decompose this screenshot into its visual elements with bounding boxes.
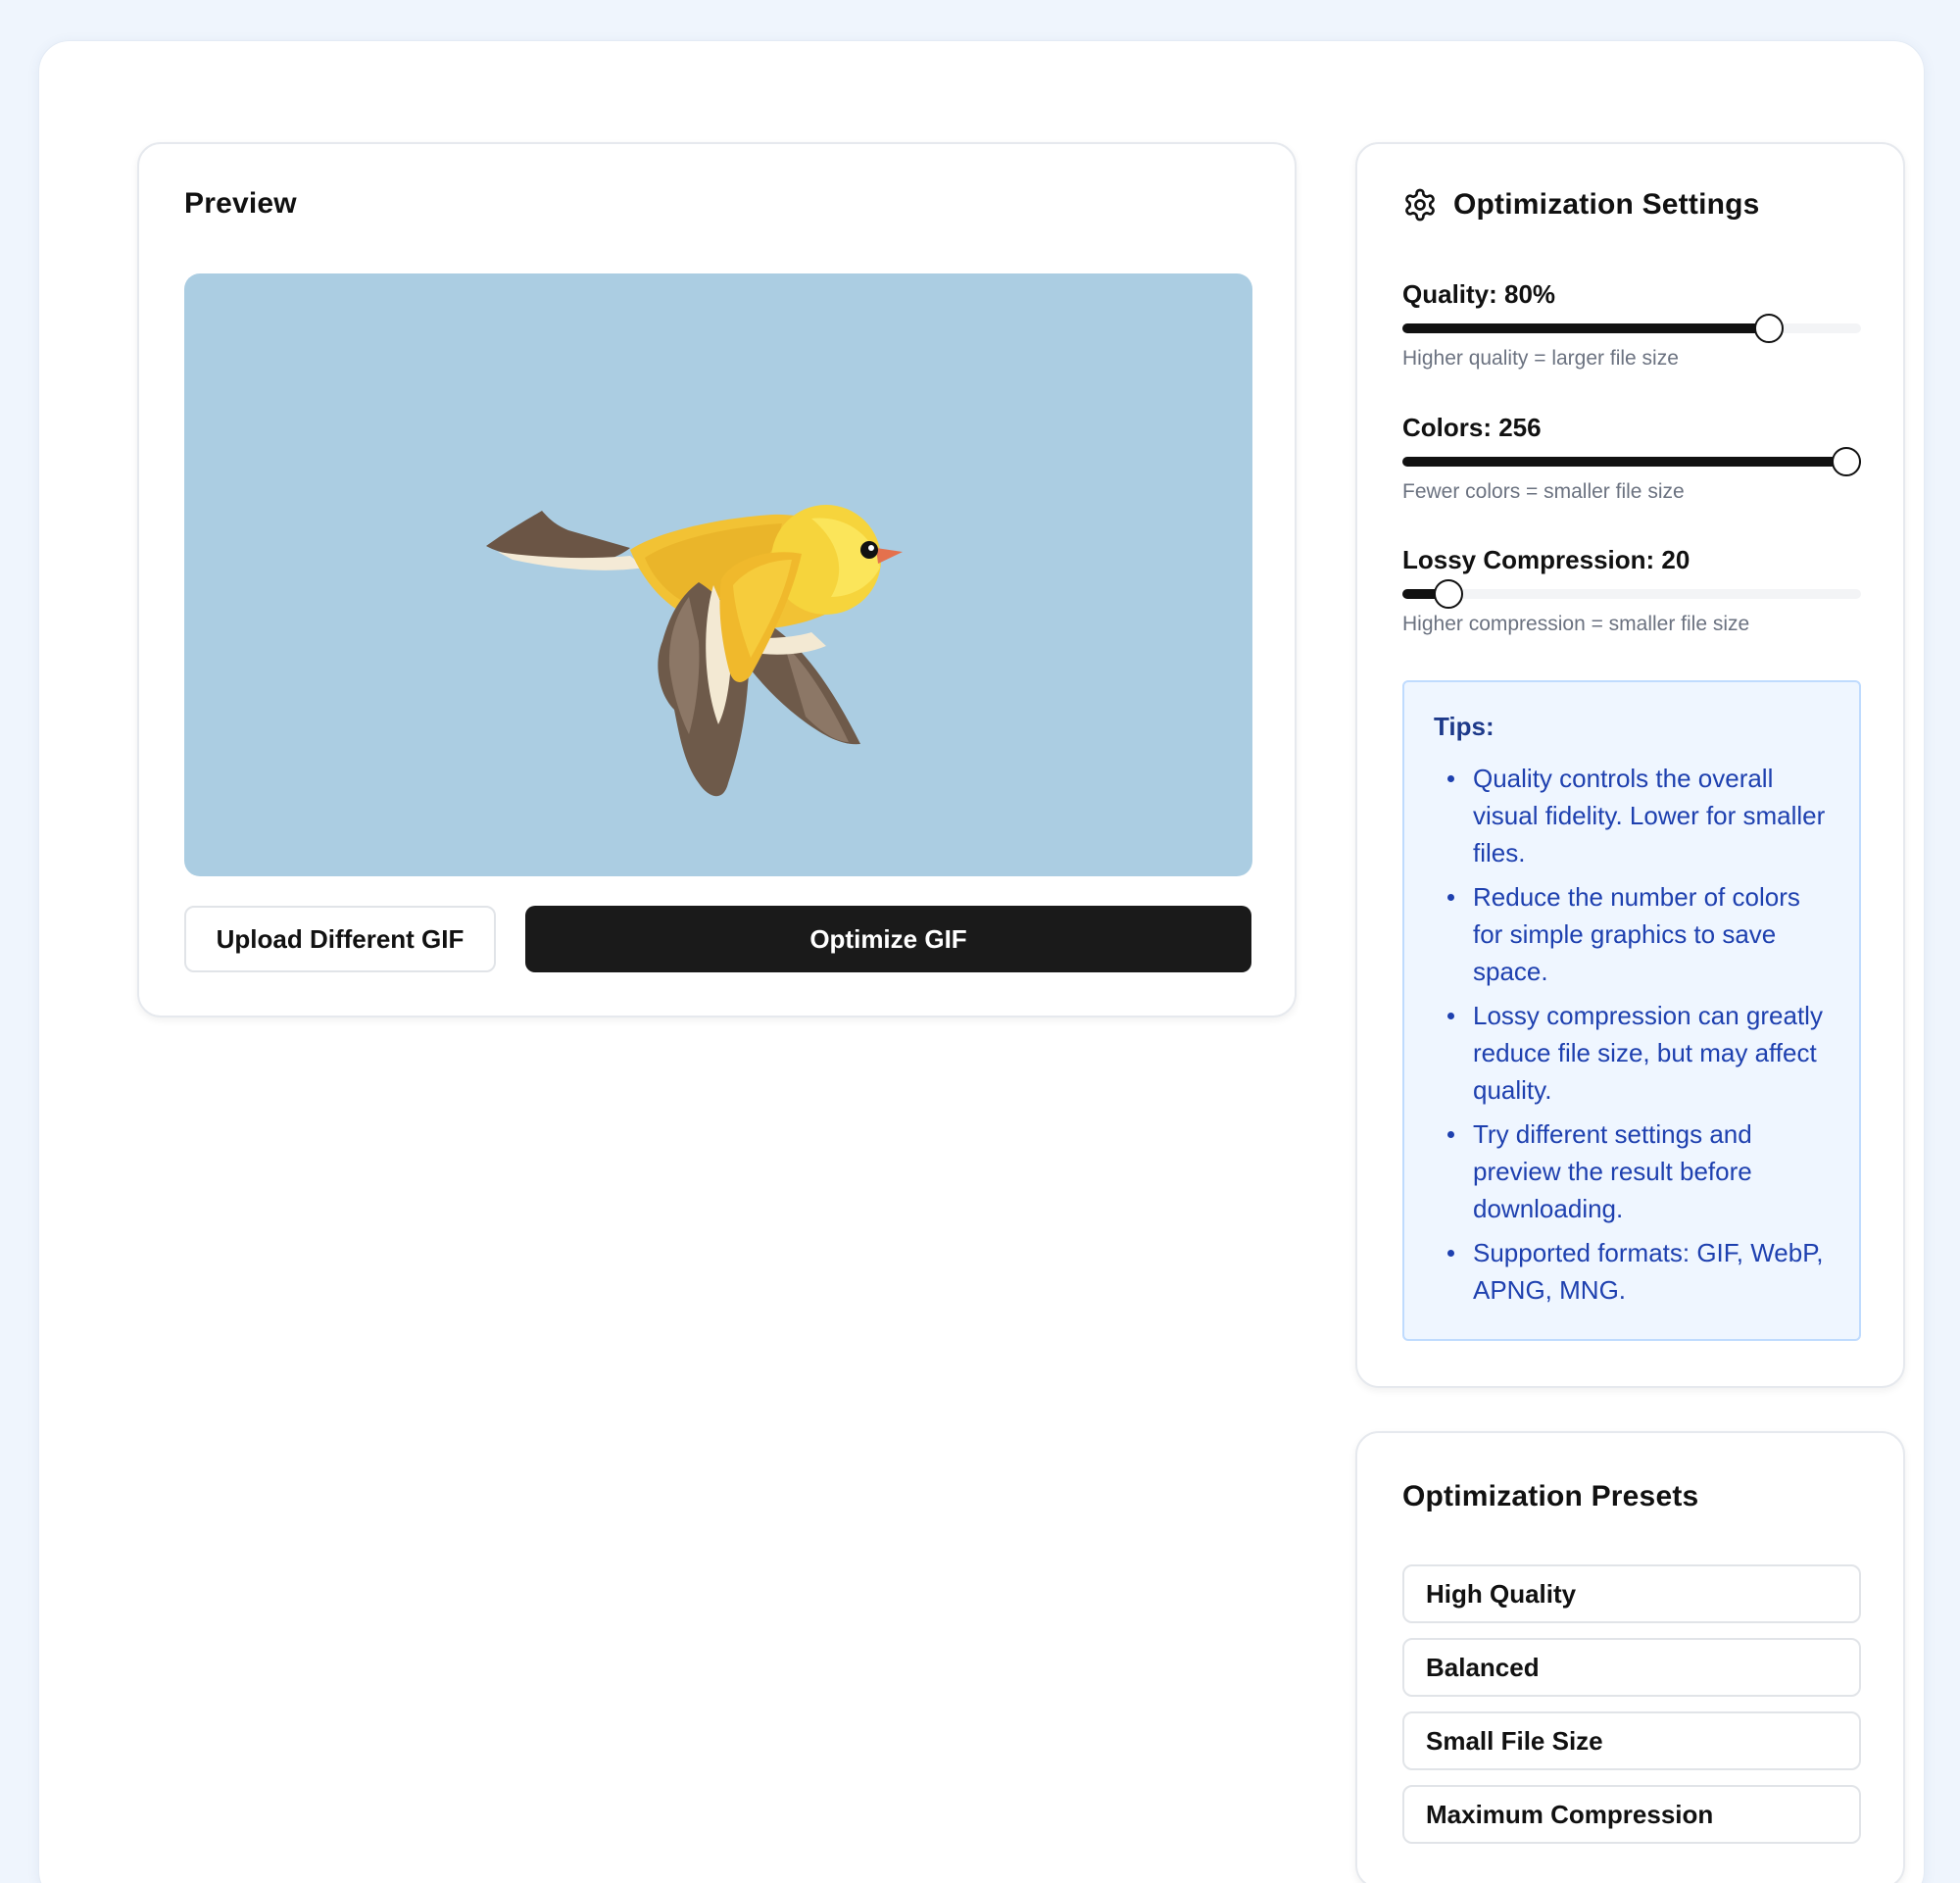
gif-preview-image	[184, 273, 1252, 876]
tips-box: Tips: Quality controls the overall visua…	[1402, 680, 1861, 1341]
presets-title: Optimization Presets	[1402, 1480, 1699, 1512]
colors-control: Colors: 256 Fewer colors = smaller file …	[1402, 413, 1861, 504]
preset-balanced-button[interactable]: Balanced	[1402, 1638, 1861, 1697]
colors-label: Colors: 256	[1402, 413, 1542, 442]
preset-high-quality-button[interactable]: High Quality	[1402, 1564, 1861, 1623]
tip-item: Supported formats: GIF, WebP, APNG, MNG.	[1434, 1234, 1832, 1309]
optimization-settings-card: Optimization Settings Quality: 80% Highe…	[1355, 142, 1905, 1388]
lossy-slider-thumb[interactable]	[1434, 579, 1463, 609]
gear-icon	[1405, 188, 1435, 222]
quality-label: Quality: 80%	[1402, 279, 1556, 309]
preview-title: Preview	[184, 187, 297, 220]
preview-card: Preview Upload Different GIF Optimize GI…	[137, 142, 1297, 1017]
colors-slider-thumb[interactable]	[1832, 447, 1861, 476]
quality-slider-fill	[1402, 323, 1769, 333]
tips-list: Quality controls the overall visual fide…	[1434, 760, 1832, 1309]
optimize-gif-button[interactable]: Optimize GIF	[525, 906, 1251, 972]
quality-slider-thumb[interactable]	[1754, 314, 1784, 343]
lossy-compression-label: Lossy Compression: 20	[1402, 545, 1690, 574]
quality-hint: Higher quality = larger file size	[1402, 347, 1679, 370]
tip-item: Quality controls the overall visual fide…	[1434, 760, 1832, 871]
settings-title: Optimization Settings	[1453, 188, 1760, 221]
colors-slider-fill	[1402, 457, 1861, 467]
tip-item: Lossy compression can greatly reduce fil…	[1434, 997, 1832, 1109]
tip-item: Try different settings and preview the r…	[1434, 1115, 1832, 1227]
tip-item: Reduce the number of colors for simple g…	[1434, 878, 1832, 990]
app-container: Preview Upload Different GIF Optimize GI…	[38, 40, 1925, 1883]
tips-title: Tips:	[1434, 712, 1494, 741]
preset-maximum-compression-button[interactable]: Maximum Compression	[1402, 1785, 1861, 1844]
bird-illustration	[486, 505, 903, 797]
settings-header: Optimization Settings	[1402, 187, 1760, 223]
lossy-compression-hint: Higher compression = smaller file size	[1402, 613, 1750, 635]
upload-different-gif-button[interactable]: Upload Different GIF	[184, 906, 496, 972]
quality-control: Quality: 80% Higher quality = larger fil…	[1402, 279, 1861, 371]
optimization-presets-card: Optimization Presets High Quality Balanc…	[1355, 1431, 1905, 1883]
preset-small-file-size-button[interactable]: Small File Size	[1402, 1711, 1861, 1770]
colors-hint: Fewer colors = smaller file size	[1402, 480, 1685, 503]
quality-slider[interactable]	[1402, 314, 1861, 343]
colors-slider[interactable]	[1402, 447, 1861, 476]
lossy-compression-slider[interactable]	[1402, 579, 1861, 609]
lossy-compression-control: Lossy Compression: 20 Higher compression…	[1402, 545, 1861, 636]
